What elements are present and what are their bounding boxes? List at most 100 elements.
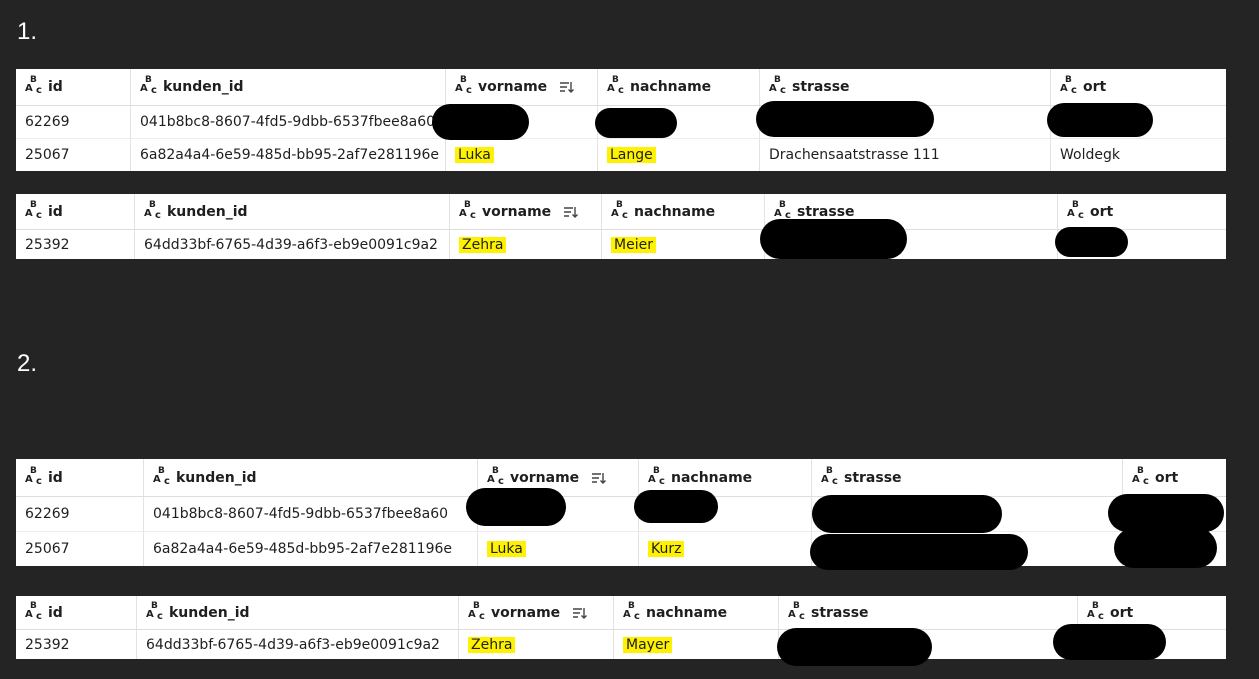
column-header-ort[interactable]: A Bc ort (1057, 194, 1226, 229)
table-row[interactable]: 25392 64dd33bf-6765-4d39-a6f3-eb9e0091c9… (16, 630, 1226, 659)
abc-text-icon: ABc (455, 75, 472, 96)
abc-text-icon: ABc (25, 75, 42, 96)
abc-text-icon: ABc (25, 199, 42, 221)
cell-nachname[interactable]: Lange (597, 139, 759, 171)
highlighted-value: Luka (487, 541, 526, 557)
result-grid: A Bc id A Bc kunden_id A Bc vorname A Bc nachnam… (16, 596, 1226, 659)
column-header-kunden-id[interactable]: A Bc kunden_id (134, 194, 449, 229)
column-header-nachname[interactable]: A Bc nachname (597, 69, 759, 105)
cell-id[interactable]: 25067 (16, 532, 143, 566)
sort-descending-icon[interactable] (563, 205, 579, 219)
cell-nachname[interactable]: Kurz (638, 532, 811, 566)
redaction-mark (760, 219, 907, 259)
abc-text-icon: ABc (611, 199, 628, 221)
abc-text-icon: ABc (1087, 600, 1104, 622)
result-grid: A Bc id A Bc kunden_id A Bc vorname A Bc nachnam… (16, 194, 1226, 259)
table-row[interactable]: 25067 6a82a4a4-6e59-485d-bb95-2af7e28119… (16, 138, 1226, 171)
cell-id[interactable]: 25392 (16, 230, 134, 259)
column-label: ort (1110, 604, 1134, 621)
column-header-id[interactable]: A Bc id (16, 459, 143, 496)
column-header-ort[interactable]: A Bc ort (1122, 459, 1226, 496)
cell-nachname[interactable]: Mayer (613, 630, 778, 659)
cell-kunden-id[interactable]: 64dd33bf-6765-4d39-a6f3-eb9e0091c9a2 (136, 630, 458, 659)
abc-text-icon: ABc (769, 75, 786, 96)
cell-kunden-id[interactable]: 64dd33bf-6765-4d39-a6f3-eb9e0091c9a2 (134, 230, 449, 259)
column-label: kunden_id (176, 469, 257, 486)
column-header-nachname[interactable]: A Bc nachname (601, 194, 764, 229)
column-label: id (48, 203, 63, 220)
column-label: vorname (491, 604, 561, 621)
table-row[interactable]: 25067 6a82a4a4-6e59-485d-bb95-2af7e28119… (16, 531, 1226, 566)
abc-text-icon: ABc (1132, 465, 1149, 487)
column-header-vorname[interactable]: A Bc vorname (458, 596, 613, 629)
column-header-vorname[interactable]: A Bc vorname (449, 194, 601, 229)
redaction-mark (1047, 103, 1153, 137)
column-label: ort (1083, 79, 1107, 95)
cell-vorname[interactable]: Luka (445, 139, 597, 171)
cell-kunden-id[interactable]: 6a82a4a4-6e59-485d-bb95-2af7e281196e (130, 139, 445, 171)
sort-descending-icon[interactable] (591, 471, 607, 485)
column-header-strasse[interactable]: A Bc strasse (811, 459, 1122, 496)
column-label: vorname (510, 469, 580, 486)
redaction-mark (432, 104, 529, 140)
redaction-mark (810, 534, 1028, 570)
abc-text-icon: ABc (153, 465, 170, 487)
abc-text-icon: ABc (1067, 199, 1084, 221)
abc-text-icon: ABc (25, 465, 42, 487)
cell-ort[interactable]: Woldegk (1050, 139, 1226, 171)
cell-id[interactable]: 62269 (16, 106, 130, 138)
cell-vorname[interactable]: Zehra (458, 630, 613, 659)
abc-text-icon: ABc (821, 465, 838, 487)
cell-vorname[interactable]: Luka (477, 532, 638, 566)
cell-id[interactable]: 62269 (16, 497, 143, 531)
cell-kunden-id[interactable]: 041b8bc8-8607-4fd5-9dbb-6537fbee8a60 (143, 497, 477, 531)
highlighted-value: Lange (607, 147, 656, 163)
column-header-kunden-id[interactable]: A Bc kunden_id (130, 69, 445, 105)
column-header-ort[interactable]: A Bc ort (1050, 69, 1226, 105)
column-header-kunden-id[interactable]: A Bc kunden_id (136, 596, 458, 629)
cell-vorname[interactable]: Zehra (449, 230, 601, 259)
column-label: strasse (811, 604, 869, 621)
column-label: id (48, 469, 63, 486)
table-row[interactable]: 62269 041b8bc8-8607-4fd5-9dbb-6537fbee8a… (16, 497, 1226, 531)
column-header-vorname[interactable]: A Bc vorname (445, 69, 597, 105)
cell-strasse[interactable]: Drachensaatstrasse 111 (759, 139, 1050, 171)
column-label: vorname (482, 203, 552, 220)
column-header-kunden-id[interactable]: A Bc kunden_id (143, 459, 477, 496)
column-label: vorname (478, 79, 548, 95)
cell-id[interactable]: 25067 (16, 139, 130, 171)
abc-text-icon: ABc (774, 199, 791, 221)
sort-descending-icon[interactable] (559, 80, 575, 94)
column-header-strasse[interactable]: A Bc strasse (759, 69, 1050, 105)
highlighted-value: Kurz (648, 541, 685, 557)
column-header-id[interactable]: A Bc id (16, 596, 136, 629)
highlighted-value: Mayer (623, 637, 673, 653)
abc-text-icon: ABc (144, 199, 161, 221)
abc-text-icon: ABc (468, 600, 485, 622)
column-label: strasse (797, 203, 855, 220)
abc-text-icon: ABc (487, 465, 504, 487)
cell-id[interactable]: 25392 (16, 630, 136, 659)
column-label: nachname (646, 604, 728, 621)
cell-kunden-id[interactable]: 041b8bc8-8607-4fd5-9dbb-6537fbee8a60 (130, 106, 445, 138)
redaction-mark (756, 101, 934, 137)
table-row[interactable]: 25392 64dd33bf-6765-4d39-a6f3-eb9e0091c9… (16, 230, 1226, 259)
header-row: A Bc id A Bc kunden_id A Bc vorname A Bc nachnam… (16, 194, 1226, 230)
cell-nachname[interactable]: Meier (601, 230, 764, 259)
column-label: kunden_id (167, 203, 248, 220)
cell-kunden-id[interactable]: 6a82a4a4-6e59-485d-bb95-2af7e281196e (143, 532, 477, 566)
column-header-nachname[interactable]: A Bc nachname (613, 596, 778, 629)
highlighted-value: Luka (455, 147, 494, 163)
redaction-mark (1055, 227, 1128, 257)
result-grid: A Bc id A Bc kunden_id A Bc vorname A Bc nachnam… (16, 459, 1226, 566)
abc-text-icon: ABc (648, 465, 665, 487)
column-header-strasse[interactable]: A Bc strasse (778, 596, 1077, 629)
redaction-mark (1108, 494, 1224, 532)
column-header-id[interactable]: A Bc id (16, 194, 134, 229)
sort-descending-icon[interactable] (572, 606, 588, 620)
column-header-id[interactable]: A Bc id (16, 69, 130, 105)
abc-text-icon: ABc (140, 75, 157, 96)
column-label: nachname (630, 79, 712, 95)
redaction-mark (466, 488, 566, 526)
abc-text-icon: ABc (788, 600, 805, 622)
